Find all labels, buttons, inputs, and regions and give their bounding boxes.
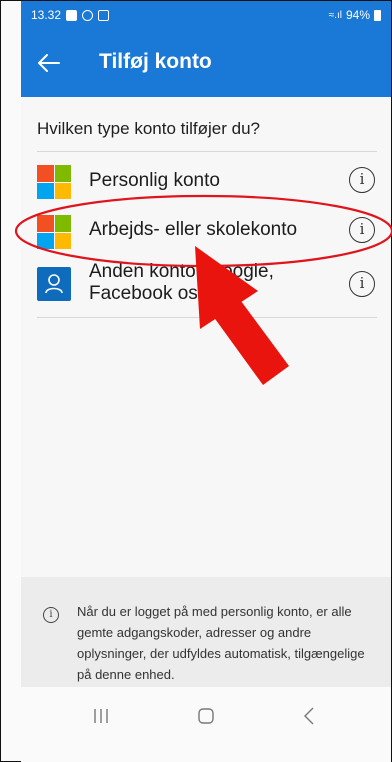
info-icon[interactable]: i — [349, 217, 375, 243]
sync-notification-icon — [82, 9, 94, 21]
divider — [37, 317, 377, 318]
other-account-label: Anden konto (Google, Facebook osv.) — [89, 261, 274, 305]
info-icon[interactable]: i — [349, 167, 375, 193]
other-account-label-line1: Anden konto (Google, — [89, 261, 274, 282]
back-arrow-icon — [38, 54, 60, 72]
other-account-label-line2: Facebook osv.) — [89, 283, 218, 304]
system-navigation-bar — [21, 687, 391, 762]
question-text: Hvilken type konto tilføjer du? — [37, 119, 260, 138]
info-icon[interactable]: i — [349, 271, 375, 297]
info-icon: i — [43, 607, 59, 623]
battery-icon — [374, 9, 381, 21]
app-bar: Tilføj konto — [21, 29, 391, 97]
person-icon — [37, 267, 71, 301]
microsoft-logo-icon — [37, 215, 71, 249]
info-footer: i Når du er logget på med personlig kont… — [21, 577, 391, 687]
signal-icon: ≈.ıl — [328, 9, 342, 21]
footer-info-text: Når du er logget på med personlig konto,… — [77, 604, 365, 682]
personal-account-label: Personlig konto — [89, 170, 220, 191]
back-button[interactable] — [35, 49, 65, 77]
home-button[interactable] — [186, 701, 226, 731]
battery-level: 94% — [345, 8, 370, 22]
recent-apps-button[interactable] — [81, 701, 121, 731]
gallery-notification-icon — [66, 9, 78, 21]
back-nav-button[interactable] — [289, 701, 329, 731]
status-bar: 13.32 ≈.ıl 94% — [21, 1, 391, 29]
work-school-account-label: Arbejds- eller skolekonto — [89, 219, 298, 240]
phone-screen: 13.32 ≈.ıl 94% Tilføj konto Hvilken type… — [0, 0, 392, 762]
recent-apps-icon — [94, 709, 108, 723]
divider — [37, 151, 377, 152]
mail-notification-icon — [98, 9, 110, 21]
page-title: Tilføj konto — [99, 50, 212, 73]
microsoft-logo-icon — [37, 165, 71, 199]
chevron-left-icon — [304, 707, 314, 725]
personal-account-option[interactable]: Personlig konto i — [37, 161, 377, 205]
other-account-option[interactable]: Anden konto (Google, Facebook osv.) i — [37, 261, 377, 315]
work-school-account-option[interactable]: Arbejds- eller skolekonto i — [37, 211, 377, 255]
account-type-list: Hvilken type konto tilføjer du? Personli… — [21, 97, 391, 577]
home-icon — [198, 708, 214, 724]
status-time: 13.32 — [31, 8, 62, 22]
